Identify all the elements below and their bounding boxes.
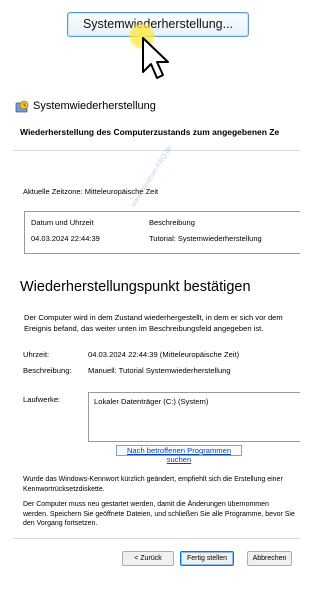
dialog-title: Systemwiederherstellung xyxy=(33,100,156,112)
scan-affected-programs-link[interactable]: Nach betroffenen Programmen suchen xyxy=(116,445,242,464)
description-label: Beschreibung: xyxy=(23,366,72,375)
description-text: Der Computer wird in dem Zustand wiederh… xyxy=(24,313,283,333)
restore-point-table: Datum und Uhrzeit Beschreibung 04.03.202… xyxy=(24,211,300,254)
password-note: Wurde das Windows-Kennwort kürzlich geän… xyxy=(23,476,283,493)
confirm-heading: Wiederherstellungspunkt bestätigen xyxy=(20,279,251,295)
restart-note: Der Computer muss neu gestartet werden, … xyxy=(23,501,295,527)
time-value: 04.03.2024 22:44:39 (Mitteleuropäische Z… xyxy=(88,350,240,359)
mouse-cursor-icon xyxy=(142,37,169,79)
finish-button[interactable]: Fertig stellen xyxy=(180,551,234,566)
column-header-description: Beschreibung xyxy=(149,218,195,227)
system-restore-button[interactable]: Systemwiederherstellung... xyxy=(67,12,249,37)
cancel-button[interactable]: Abbrechen xyxy=(247,551,292,566)
watermark: www.Windows-FAQ.de xyxy=(130,144,174,209)
back-button[interactable]: < Zurück xyxy=(122,551,174,566)
drive-item[interactable]: Lokaler Datenträger (C:) (System) xyxy=(94,397,208,406)
table-cell-date: 04.03.2024 22:44:39 xyxy=(31,234,100,243)
table-cell-description: Tutorial: Systemwiederherstellung xyxy=(149,234,262,243)
description-value: Manuell: Tutorial Systemwiederherstellun… xyxy=(88,366,231,375)
time-label: Uhrzeit: xyxy=(23,350,50,359)
system-restore-icon xyxy=(15,100,29,113)
header-divider xyxy=(13,150,300,151)
column-header-date: Datum und Uhrzeit xyxy=(31,218,94,227)
footer-divider xyxy=(13,538,300,539)
dialog-subtitle: Wiederherstellung des Computerzustands z… xyxy=(20,127,280,137)
drives-label: Laufwerke: xyxy=(23,395,61,404)
